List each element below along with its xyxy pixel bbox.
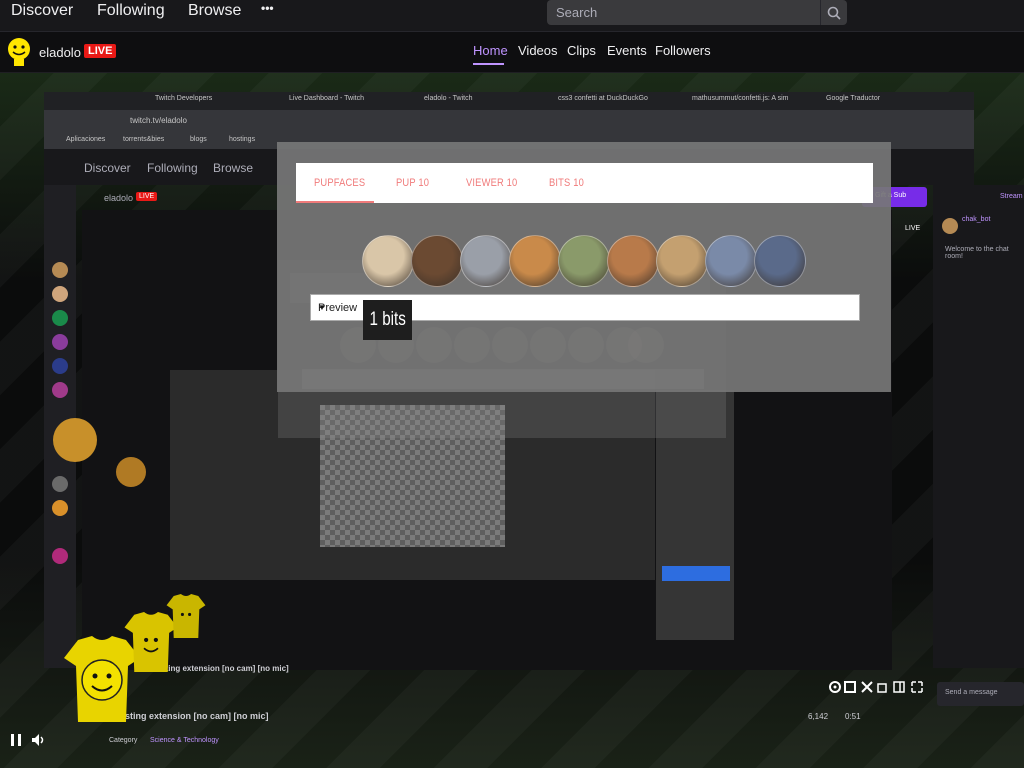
volume-icon[interactable] xyxy=(31,733,47,747)
pup-face-9[interactable] xyxy=(754,235,806,287)
sidebar-avatar-icon xyxy=(52,548,68,564)
search-icon xyxy=(827,6,841,20)
captured-tab: mathusummut/confetti.js: A sim xyxy=(692,95,789,102)
tab-bits-10[interactable]: BITS 10 xyxy=(549,177,584,189)
captured-nav-following: Following xyxy=(147,161,198,175)
tab-clips[interactable]: Clips xyxy=(567,43,596,58)
search-input[interactable] xyxy=(547,0,820,25)
tab-viewer-10[interactable]: VIEWER 10 xyxy=(466,177,517,189)
captured-category-label: Category xyxy=(109,737,138,744)
emote-icon xyxy=(53,418,97,462)
sidebar-avatar-icon xyxy=(52,500,68,516)
chat-username: chak_bot xyxy=(962,216,991,223)
active-tab-indicator xyxy=(473,63,504,65)
pup-face-8[interactable] xyxy=(705,235,757,287)
player-settings-icons xyxy=(829,681,923,693)
captured-category-value: Science & Technology xyxy=(150,737,219,744)
captured-nav-discover: Discover xyxy=(84,161,131,175)
captured-live-tag: LIVE xyxy=(905,225,921,232)
nav-discover[interactable]: Discover xyxy=(11,2,73,20)
captured-selected-layer xyxy=(662,566,730,581)
sidebar-avatar-icon xyxy=(52,262,68,278)
pause-icon[interactable] xyxy=(9,733,23,747)
tab-events[interactable]: Events xyxy=(607,43,647,58)
popout-icon xyxy=(877,683,887,693)
gear-icon xyxy=(829,681,841,693)
tab-videos[interactable]: Videos xyxy=(518,43,558,58)
channel-header: eladolo LIVE Home Videos Clips Events Fo… xyxy=(0,32,1024,73)
nav-following[interactable]: Following xyxy=(97,2,165,20)
theatre-icon xyxy=(893,681,905,693)
captured-chat-input: Send a message xyxy=(937,682,1024,706)
fullscreen-icon xyxy=(911,681,923,693)
extensions-icon xyxy=(844,681,856,693)
tab-home[interactable]: Home xyxy=(473,43,508,58)
sidebar-avatar-icon xyxy=(52,310,68,326)
captured-bookmark: hostings xyxy=(229,136,256,143)
more-menu-icon[interactable]: ••• xyxy=(261,1,274,15)
captured-url: twitch.tv/eladolo xyxy=(130,116,187,125)
captured-tab: Google Traductor xyxy=(826,95,881,102)
sidebar-avatar-icon xyxy=(52,358,68,374)
pup-face-6[interactable] xyxy=(607,235,659,287)
channel-name[interactable]: eladolo xyxy=(39,45,81,60)
captured-tab: eladolo - Twitch xyxy=(424,95,473,102)
search-box xyxy=(547,0,820,25)
captured-nav-browse: Browse xyxy=(213,161,254,175)
captured-tab: Twitch Developers xyxy=(155,95,213,102)
close-icon xyxy=(861,681,873,693)
captured-bookmark: blogs xyxy=(190,136,207,143)
captured-bookmark: torrents&bies xyxy=(123,136,165,143)
sidebar-avatar-icon xyxy=(52,334,68,350)
captured-channel-name: eladolo xyxy=(104,193,134,203)
bits-tooltip: 1 bits xyxy=(363,300,412,340)
smiley-shirt-icon xyxy=(166,594,206,638)
pup-face-4[interactable] xyxy=(509,235,561,287)
captured-stream-chat: Stream xyxy=(1000,193,1023,200)
captured-bookmark: Aplicaciones xyxy=(66,136,106,143)
pup-face-2[interactable] xyxy=(411,235,463,287)
captured-viewer-count: 6,142 xyxy=(808,712,829,721)
channel-avatar[interactable] xyxy=(5,37,33,67)
sidebar-avatar-icon xyxy=(52,382,68,398)
pup-face-5[interactable] xyxy=(558,235,610,287)
tab-pup-10[interactable]: PUP 10 xyxy=(396,177,429,189)
captured-uptime: 0:51 xyxy=(845,712,861,721)
extension-tab-bar xyxy=(296,163,873,203)
captured-live-badge: LIVE xyxy=(136,192,158,201)
pup-face-7[interactable] xyxy=(656,235,708,287)
sidebar-avatar-icon xyxy=(52,286,68,302)
chat-message: Welcome to the chat room! xyxy=(945,246,1009,260)
live-badge: LIVE xyxy=(84,44,117,58)
top-nav: Discover Following Browse ••• xyxy=(0,0,1024,32)
pup-face-3[interactable] xyxy=(460,235,512,287)
captured-tab: css3 confetti at DuckDuckGo xyxy=(558,95,648,102)
emote-icon xyxy=(116,457,146,487)
pup-face-1[interactable] xyxy=(362,235,414,287)
tab-pupfaces[interactable]: PUPFACES xyxy=(314,177,365,189)
sidebar-avatar-icon xyxy=(52,476,68,492)
chat-avatar-icon xyxy=(942,218,958,234)
extension-active-tab-indicator xyxy=(296,201,374,203)
nav-browse[interactable]: Browse xyxy=(188,2,241,20)
search-button[interactable] xyxy=(820,0,847,25)
captured-tab: Live Dashboard - Twitch xyxy=(289,95,364,102)
tab-followers[interactable]: Followers xyxy=(655,43,711,58)
